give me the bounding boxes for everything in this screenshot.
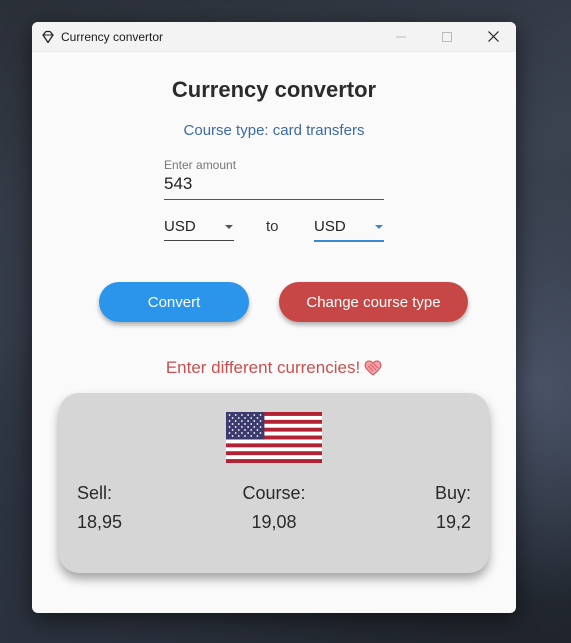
amount-input[interactable]: 543 <box>164 174 192 194</box>
convert-button[interactable]: Convert <box>99 282 249 322</box>
maximize-button[interactable] <box>424 22 470 51</box>
us-flag-icon <box>226 412 322 463</box>
buy-label: Buy: <box>434 483 471 503</box>
app-window: Currency convertor Currency convertor Co… <box>32 22 516 613</box>
chevron-down-icon <box>375 225 383 229</box>
course-column: Course: 19,08 <box>239 483 309 533</box>
buy-column: Buy: 19,2 <box>435 483 471 533</box>
amount-label: Enter amount <box>164 158 237 172</box>
course-label: Course: <box>242 483 306 503</box>
chevron-down-icon <box>225 225 233 229</box>
sell-label: Sell: <box>77 483 113 503</box>
minimize-icon <box>396 36 406 37</box>
result-card: Sell: 18,95 Course: 19,08 Buy: 19,2 <box>59 393 489 573</box>
sell-value: 18,95 <box>77 512 123 532</box>
buy-value: 19,2 <box>435 512 471 532</box>
minimize-button[interactable] <box>378 22 424 51</box>
heart-icon <box>364 360 382 376</box>
course-type-label: Course type: card transfers <box>183 122 365 139</box>
change-course-type-button[interactable]: Change course type <box>279 282 468 322</box>
title-bar[interactable]: Currency convertor <box>32 22 516 52</box>
sell-column: Sell: 18,95 <box>77 483 122 533</box>
close-icon <box>487 31 499 42</box>
diamond-icon <box>39 28 57 46</box>
close-button[interactable] <box>470 22 516 51</box>
course-value: 19,08 <box>251 512 297 532</box>
maximize-icon <box>442 31 452 42</box>
from-currency-value: USD <box>164 218 196 235</box>
from-currency-select[interactable]: USD <box>164 214 234 241</box>
window-title: Currency convertor <box>61 29 164 44</box>
amount-field[interactable]: Enter amount 543 <box>164 158 384 200</box>
page-title: Currency convertor <box>171 77 377 102</box>
to-currency-value: USD <box>314 218 346 235</box>
to-currency-select[interactable]: USD <box>314 214 384 242</box>
warning-text: Enter different currencies! <box>165 358 361 377</box>
warning-message: Enter different currencies! <box>32 358 516 378</box>
to-label: to <box>266 218 279 235</box>
